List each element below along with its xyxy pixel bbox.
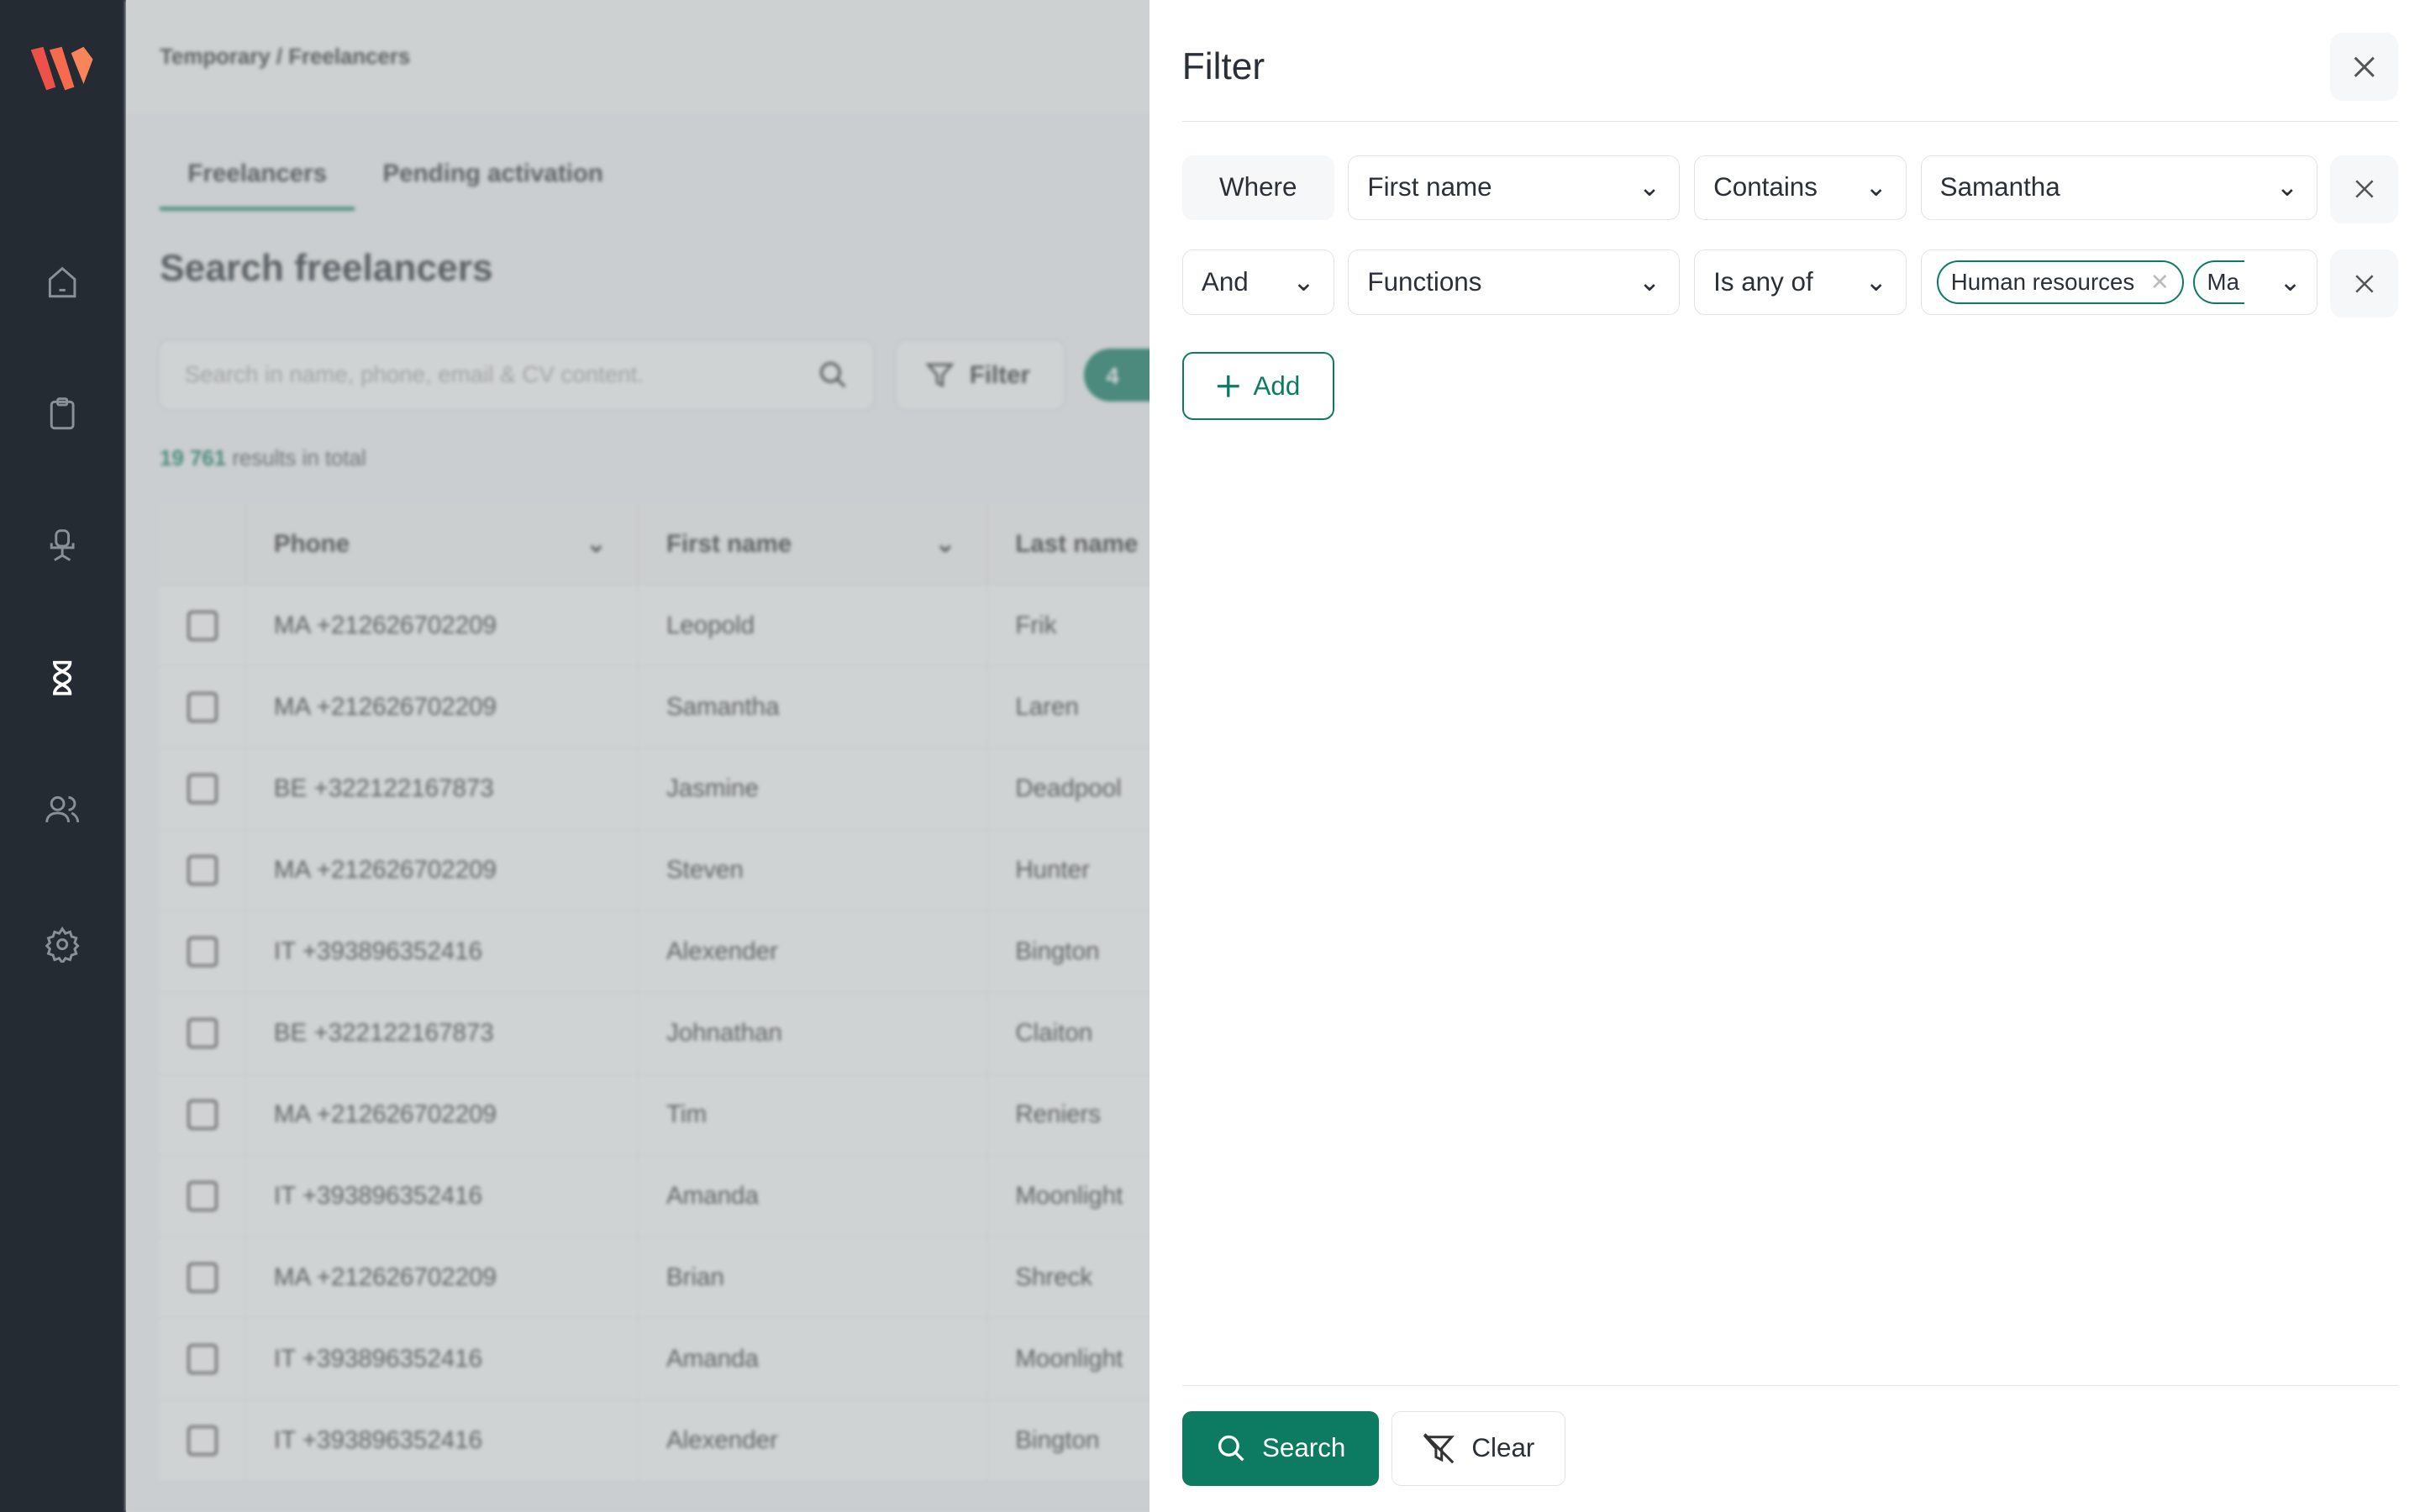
operator-select-2[interactable]: Is any of ⌄ bbox=[1693, 249, 1907, 315]
chevron-down-icon: ⌄ bbox=[1638, 266, 1661, 297]
filter-panel: Filter Where First name ⌄ Contains ⌄ Saman… bbox=[1149, 0, 2420, 1512]
chevron-down-icon: ⌄ bbox=[1292, 266, 1315, 297]
add-condition-button[interactable]: Add bbox=[1181, 352, 1334, 421]
home-icon[interactable] bbox=[44, 264, 81, 301]
search-label: Search bbox=[1261, 1433, 1346, 1463]
chip-human-resources: Human resources ✕ bbox=[1936, 260, 2184, 304]
chevron-down-icon: ⌄ bbox=[1865, 266, 1887, 297]
field-value: Functions bbox=[1367, 266, 1482, 297]
chip-remove-icon[interactable]: ✕ bbox=[2150, 268, 2170, 296]
chip-truncated: Ma bbox=[2192, 260, 2244, 304]
clear-button[interactable]: Clear bbox=[1391, 1410, 1565, 1486]
chevron-down-icon: ⌄ bbox=[2275, 172, 2298, 202]
chair-icon[interactable] bbox=[44, 528, 81, 564]
divider bbox=[1181, 120, 2399, 122]
value-select-1[interactable]: Samantha ⌄ bbox=[1920, 155, 2318, 221]
field-select-1[interactable]: First name ⌄ bbox=[1348, 155, 1681, 221]
filter-title: Filter bbox=[1181, 46, 1265, 88]
chip-label: Ma bbox=[2207, 268, 2239, 295]
value-text: Samantha bbox=[1939, 172, 2060, 202]
clipboard-icon[interactable] bbox=[44, 396, 81, 433]
search-button[interactable]: Search bbox=[1181, 1410, 1380, 1486]
search-icon bbox=[1218, 1435, 1244, 1462]
operator-select-1[interactable]: Contains ⌄ bbox=[1693, 155, 1907, 221]
close-panel-button[interactable] bbox=[2329, 32, 2399, 101]
conjunction-select[interactable]: And ⌄ bbox=[1181, 249, 1334, 315]
close-icon bbox=[2354, 56, 2375, 77]
chip-label: Human resources bbox=[1950, 268, 2135, 295]
field-select-2[interactable]: Functions ⌄ bbox=[1348, 249, 1681, 315]
chevron-down-icon: ⌄ bbox=[2279, 266, 2302, 297]
chevron-down-icon: ⌄ bbox=[1865, 172, 1887, 202]
operator-value: Is any of bbox=[1713, 266, 1813, 297]
remove-condition-1-button[interactable] bbox=[2329, 155, 2399, 223]
add-label: Add bbox=[1253, 370, 1301, 401]
modal-backdrop[interactable] bbox=[125, 0, 1150, 1512]
chevron-down-icon: ⌄ bbox=[1638, 172, 1661, 202]
users-icon[interactable] bbox=[44, 791, 81, 828]
plus-icon bbox=[1217, 375, 1239, 397]
where-label: Where bbox=[1219, 172, 1297, 202]
value-multiselect-2[interactable]: Human resources ✕ Ma ⌄ bbox=[1920, 249, 2318, 315]
condition-where-label: Where bbox=[1181, 155, 1334, 221]
settings-gear-icon[interactable] bbox=[44, 926, 81, 963]
close-icon bbox=[2354, 275, 2374, 293]
hourglass-icon[interactable] bbox=[44, 659, 81, 696]
close-icon bbox=[2354, 180, 2374, 198]
sidebar bbox=[0, 0, 126, 1512]
clear-label: Clear bbox=[1471, 1433, 1535, 1463]
field-value: First name bbox=[1367, 172, 1492, 202]
filter-off-icon bbox=[1423, 1433, 1455, 1464]
logo-icon[interactable] bbox=[28, 44, 96, 93]
divider bbox=[1181, 1384, 2399, 1386]
conjunction-value: And bbox=[1201, 266, 1249, 297]
operator-value: Contains bbox=[1713, 172, 1818, 202]
remove-condition-2-button[interactable] bbox=[2329, 249, 2399, 318]
